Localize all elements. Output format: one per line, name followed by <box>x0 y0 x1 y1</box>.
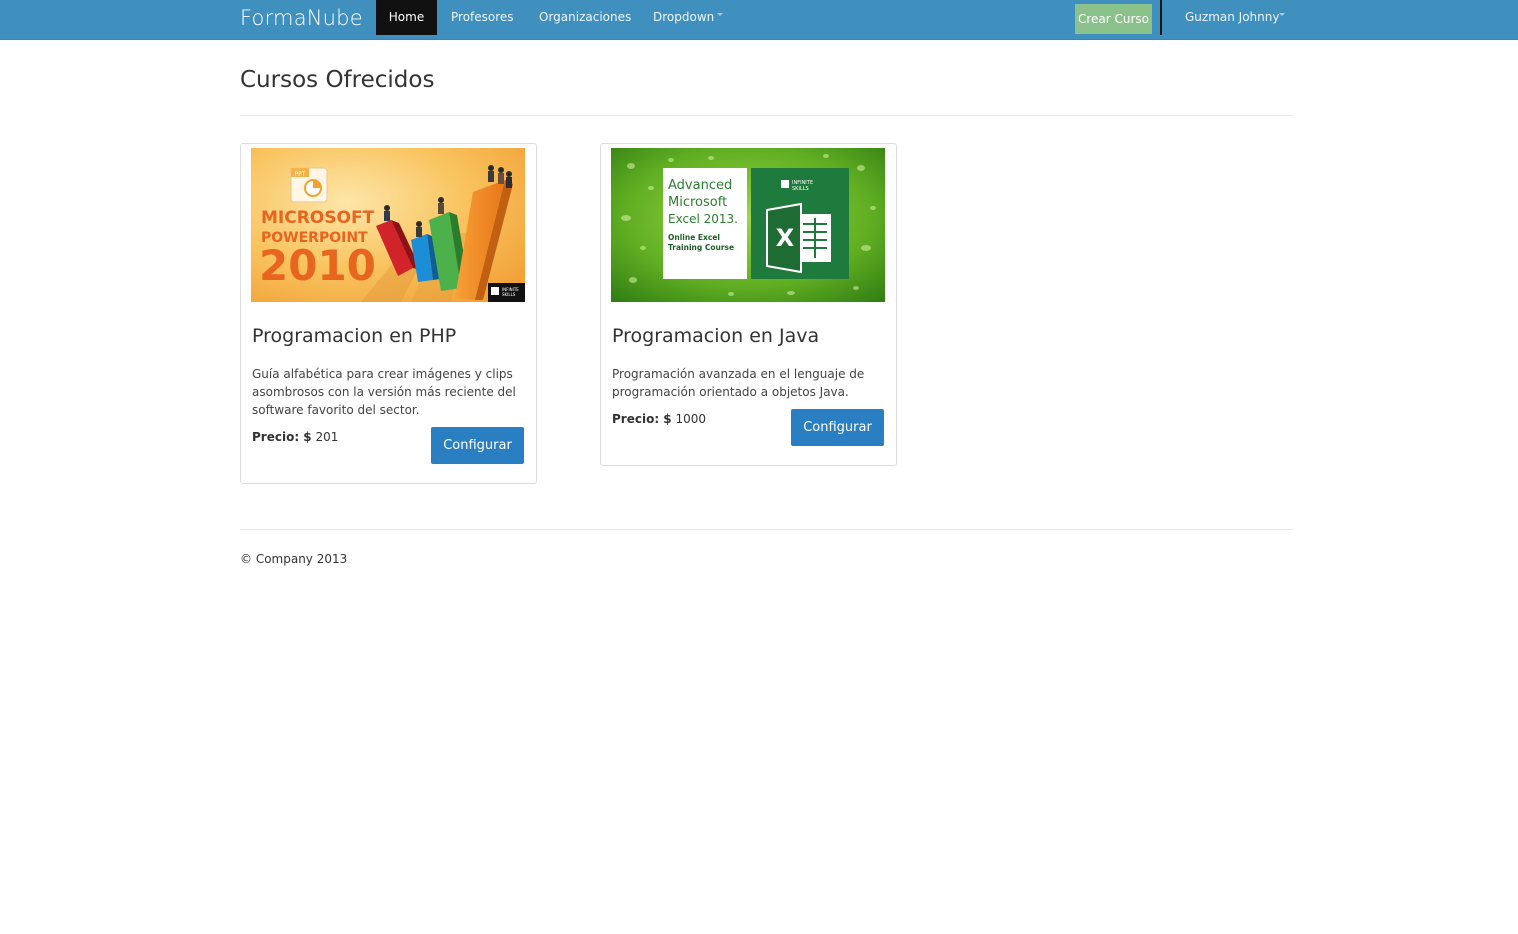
top-navbar: FormaNube Home Profesores Organizaciones… <box>0 0 1518 40</box>
excel-sub2: Training Course <box>668 243 734 252</box>
price-value: 201 <box>315 430 339 444</box>
powerpoint-line3: 2010 <box>259 241 376 290</box>
nav-dropdown[interactable]: Dropdown <box>653 0 724 35</box>
nav-home[interactable]: Home <box>376 0 437 35</box>
excel-line3: Excel 2013. <box>668 212 738 226</box>
brand-link[interactable]: FormaNube <box>240 5 363 31</box>
configurar-button[interactable]: Configurar <box>791 409 884 446</box>
footer-divider <box>240 529 1293 530</box>
excel-logo-2: SKILLS <box>792 186 809 192</box>
excel-line2: Microsoft <box>668 195 727 210</box>
powerpoint-line1: MICROSOFT <box>261 208 375 228</box>
price-label: Precio: $ <box>252 430 312 444</box>
nav-divider <box>1160 0 1162 35</box>
price-label: Precio: $ <box>612 412 672 426</box>
divider <box>240 115 1293 116</box>
infinite-skills-logo-2: SKILLS <box>502 292 516 297</box>
course-image-powerpoint: PPT MICROSOFT POWERPOINT 2010 INFINITE S… <box>251 148 525 302</box>
caret-down-icon <box>1279 13 1286 16</box>
course-price: Precio: $ 201 <box>252 428 338 446</box>
nav-organizaciones[interactable]: Organizaciones <box>539 0 631 35</box>
configurar-button[interactable]: Configurar <box>431 427 524 464</box>
user-name: Guzman Johnny <box>1185 10 1280 24</box>
excel-icon-letter: X <box>776 224 795 252</box>
crear-curso-button[interactable]: Crear Curso <box>1075 4 1152 34</box>
nav-profesores[interactable]: Profesores <box>451 0 514 35</box>
course-title: Programacion en PHP <box>252 325 457 347</box>
course-description: Programación avanzada en el lenguaje de … <box>612 367 865 399</box>
caret-down-icon <box>717 13 724 16</box>
course-description: Guía alfabética para crear imágenes y cl… <box>252 367 516 417</box>
course-image-excel: Advanced Microsoft Excel 2013. Online Ex… <box>611 148 885 302</box>
user-menu[interactable]: Guzman Johnny <box>1185 0 1286 35</box>
footer-copyright: © Company 2013 <box>240 552 348 566</box>
course-price: Precio: $ 1000 <box>612 410 706 428</box>
page-title: Cursos Ofrecidos <box>240 67 435 93</box>
ppt-badge-text: PPT <box>295 171 306 178</box>
course-title: Programacion en Java <box>612 325 820 347</box>
course-card: Advanced Microsoft Excel 2013. Online Ex… <box>600 143 897 466</box>
price-value: 1000 <box>675 412 707 426</box>
course-card: PPT MICROSOFT POWERPOINT 2010 INFINITE S… <box>240 143 537 484</box>
nav-dropdown-label: Dropdown <box>653 10 715 24</box>
excel-line1: Advanced <box>668 178 732 193</box>
excel-sub1: Online Excel <box>668 233 720 242</box>
